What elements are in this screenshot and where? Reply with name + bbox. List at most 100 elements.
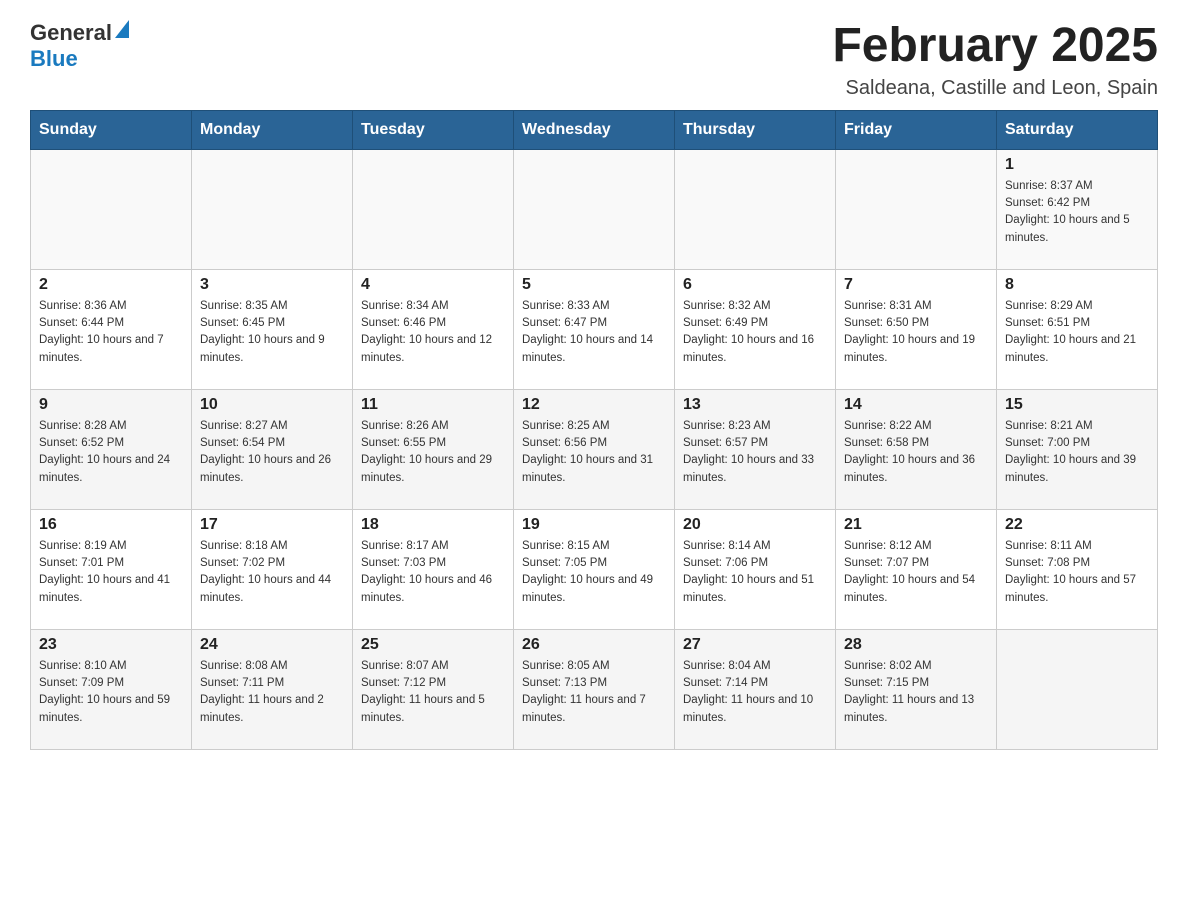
calendar-cell: 19 Sunrise: 8:15 AMSunset: 7:05 PMDayligh… xyxy=(514,509,675,629)
calendar-week-row: 2Sunrise: 8:36 AMSunset: 6:44 PMDaylight… xyxy=(31,269,1158,389)
calendar-cell: 21 Sunrise: 8:12 AMSunset: 7:07 PMDayligh… xyxy=(836,509,997,629)
calendar-cell: 10 Sunrise: 8:27 AMSunset: 6:54 PMDayligh… xyxy=(192,389,353,509)
day-number: 21 xyxy=(844,516,988,534)
day-info: Sunrise: 8:31 AMSunset: 6:50 PMDaylight:… xyxy=(844,298,988,367)
calendar-cell: 20 Sunrise: 8:14 AMSunset: 7:06 PMDayligh… xyxy=(675,509,836,629)
day-number: 12 xyxy=(522,396,666,414)
day-number: 27 xyxy=(683,636,827,654)
day-number: 14 xyxy=(844,396,988,414)
calendar-cell: 28 Sunrise: 8:02 AMSunset: 7:15 PMDayligh… xyxy=(836,629,997,749)
month-title: February 2025 xyxy=(832,20,1158,73)
calendar-table: SundayMondayTuesdayWednesdayThursdayFrid… xyxy=(30,110,1158,750)
day-number: 26 xyxy=(522,636,666,654)
calendar-cell: 27 Sunrise: 8:04 AMSunset: 7:14 PMDayligh… xyxy=(675,629,836,749)
day-number: 23 xyxy=(39,636,183,654)
day-number: 22 xyxy=(1005,516,1149,534)
day-number: 7 xyxy=(844,276,988,294)
calendar-cell: 9 Sunrise: 8:28 AMSunset: 6:52 PMDaylight… xyxy=(31,389,192,509)
calendar-cell: 4Sunrise: 8:34 AMSunset: 6:46 PMDaylight… xyxy=(353,269,514,389)
calendar-cell: 11 Sunrise: 8:26 AMSunset: 6:55 PMDayligh… xyxy=(353,389,514,509)
day-number: 16 xyxy=(39,516,183,534)
column-header-saturday: Saturday xyxy=(997,110,1158,149)
day-info: Sunrise: 8:25 AMSunset: 6:56 PMDaylight:… xyxy=(522,418,666,487)
day-number: 19 xyxy=(522,516,666,534)
day-info: Sunrise: 8:22 AMSunset: 6:58 PMDaylight:… xyxy=(844,418,988,487)
calendar-cell: 3 Sunrise: 8:35 AMSunset: 6:45 PMDaylight… xyxy=(192,269,353,389)
day-info: Sunrise: 8:10 AMSunset: 7:09 PMDaylight:… xyxy=(39,658,183,727)
calendar-cell xyxy=(31,149,192,269)
day-info: Sunrise: 8:02 AMSunset: 7:15 PMDaylight:… xyxy=(844,658,988,727)
day-info: Sunrise: 8:12 AMSunset: 7:07 PMDaylight:… xyxy=(844,538,988,607)
day-number: 20 xyxy=(683,516,827,534)
day-number: 5 xyxy=(522,276,666,294)
day-info: Sunrise: 8:36 AMSunset: 6:44 PMDaylight:… xyxy=(39,298,183,367)
day-info: Sunrise: 8:26 AMSunset: 6:55 PMDaylight:… xyxy=(361,418,505,487)
day-info: Sunrise: 8:37 AMSunset: 6:42 PMDaylight:… xyxy=(1005,178,1149,247)
day-number: 13 xyxy=(683,396,827,414)
calendar-cell xyxy=(353,149,514,269)
logo-triangle-icon xyxy=(115,20,129,38)
location-subtitle: Saldeana, Castille and Leon, Spain xyxy=(832,77,1158,100)
day-info: Sunrise: 8:17 AMSunset: 7:03 PMDaylight:… xyxy=(361,538,505,607)
day-info: Sunrise: 8:18 AMSunset: 7:02 PMDaylight:… xyxy=(200,538,344,607)
column-header-sunday: Sunday xyxy=(31,110,192,149)
day-number: 6 xyxy=(683,276,827,294)
calendar-cell xyxy=(675,149,836,269)
calendar-cell: 15 Sunrise: 8:21 AMSunset: 7:00 PMDayligh… xyxy=(997,389,1158,509)
day-info: Sunrise: 8:14 AMSunset: 7:06 PMDaylight:… xyxy=(683,538,827,607)
day-info: Sunrise: 8:19 AMSunset: 7:01 PMDaylight:… xyxy=(39,538,183,607)
calendar-header-row: SundayMondayTuesdayWednesdayThursdayFrid… xyxy=(31,110,1158,149)
calendar-cell: 25 Sunrise: 8:07 AMSunset: 7:12 PMDayligh… xyxy=(353,629,514,749)
logo-text-blue: Blue xyxy=(30,46,78,72)
day-number: 25 xyxy=(361,636,505,654)
day-info: Sunrise: 8:35 AMSunset: 6:45 PMDaylight:… xyxy=(200,298,344,367)
day-number: 1 xyxy=(1005,156,1149,174)
column-header-monday: Monday xyxy=(192,110,353,149)
calendar-cell xyxy=(192,149,353,269)
calendar-week-row: 16 Sunrise: 8:19 AMSunset: 7:01 PMDayligh… xyxy=(31,509,1158,629)
day-info: Sunrise: 8:05 AMSunset: 7:13 PMDaylight:… xyxy=(522,658,666,727)
day-info: Sunrise: 8:15 AMSunset: 7:05 PMDaylight:… xyxy=(522,538,666,607)
day-number: 8 xyxy=(1005,276,1149,294)
day-info: Sunrise: 8:08 AMSunset: 7:11 PMDaylight:… xyxy=(200,658,344,727)
calendar-cell: 18 Sunrise: 8:17 AMSunset: 7:03 PMDayligh… xyxy=(353,509,514,629)
day-number: 3 xyxy=(200,276,344,294)
calendar-cell: 7 Sunrise: 8:31 AMSunset: 6:50 PMDaylight… xyxy=(836,269,997,389)
calendar-cell xyxy=(836,149,997,269)
page-header: General Blue February 2025 Saldeana, Cas… xyxy=(30,20,1158,100)
day-number: 28 xyxy=(844,636,988,654)
calendar-cell xyxy=(514,149,675,269)
title-section: February 2025 Saldeana, Castille and Leo… xyxy=(832,20,1158,100)
calendar-cell: 6 Sunrise: 8:32 AMSunset: 6:49 PMDaylight… xyxy=(675,269,836,389)
day-info: Sunrise: 8:29 AMSunset: 6:51 PMDaylight:… xyxy=(1005,298,1149,367)
column-header-thursday: Thursday xyxy=(675,110,836,149)
day-info: Sunrise: 8:27 AMSunset: 6:54 PMDaylight:… xyxy=(200,418,344,487)
calendar-cell: 12 Sunrise: 8:25 AMSunset: 6:56 PMDayligh… xyxy=(514,389,675,509)
day-info: Sunrise: 8:28 AMSunset: 6:52 PMDaylight:… xyxy=(39,418,183,487)
calendar-cell: 1 Sunrise: 8:37 AMSunset: 6:42 PMDaylight… xyxy=(997,149,1158,269)
calendar-cell: 8 Sunrise: 8:29 AMSunset: 6:51 PMDaylight… xyxy=(997,269,1158,389)
calendar-cell: 26 Sunrise: 8:05 AMSunset: 7:13 PMDayligh… xyxy=(514,629,675,749)
day-number: 11 xyxy=(361,396,505,414)
calendar-cell: 16 Sunrise: 8:19 AMSunset: 7:01 PMDayligh… xyxy=(31,509,192,629)
calendar-cell: 5Sunrise: 8:33 AMSunset: 6:47 PMDaylight… xyxy=(514,269,675,389)
day-number: 10 xyxy=(200,396,344,414)
day-number: 24 xyxy=(200,636,344,654)
calendar-cell: 24 Sunrise: 8:08 AMSunset: 7:11 PMDayligh… xyxy=(192,629,353,749)
day-number: 18 xyxy=(361,516,505,534)
calendar-cell xyxy=(997,629,1158,749)
calendar-cell: 2Sunrise: 8:36 AMSunset: 6:44 PMDaylight… xyxy=(31,269,192,389)
day-info: Sunrise: 8:07 AMSunset: 7:12 PMDaylight:… xyxy=(361,658,505,727)
day-number: 15 xyxy=(1005,396,1149,414)
day-number: 9 xyxy=(39,396,183,414)
calendar-cell: 22Sunrise: 8:11 AMSunset: 7:08 PMDayligh… xyxy=(997,509,1158,629)
day-info: Sunrise: 8:21 AMSunset: 7:00 PMDaylight:… xyxy=(1005,418,1149,487)
column-header-tuesday: Tuesday xyxy=(353,110,514,149)
column-header-friday: Friday xyxy=(836,110,997,149)
day-info: Sunrise: 8:04 AMSunset: 7:14 PMDaylight:… xyxy=(683,658,827,727)
calendar-cell: 17Sunrise: 8:18 AMSunset: 7:02 PMDayligh… xyxy=(192,509,353,629)
calendar-week-row: 1 Sunrise: 8:37 AMSunset: 6:42 PMDaylight… xyxy=(31,149,1158,269)
day-number: 4 xyxy=(361,276,505,294)
calendar-cell: 23 Sunrise: 8:10 AMSunset: 7:09 PMDayligh… xyxy=(31,629,192,749)
day-info: Sunrise: 8:32 AMSunset: 6:49 PMDaylight:… xyxy=(683,298,827,367)
